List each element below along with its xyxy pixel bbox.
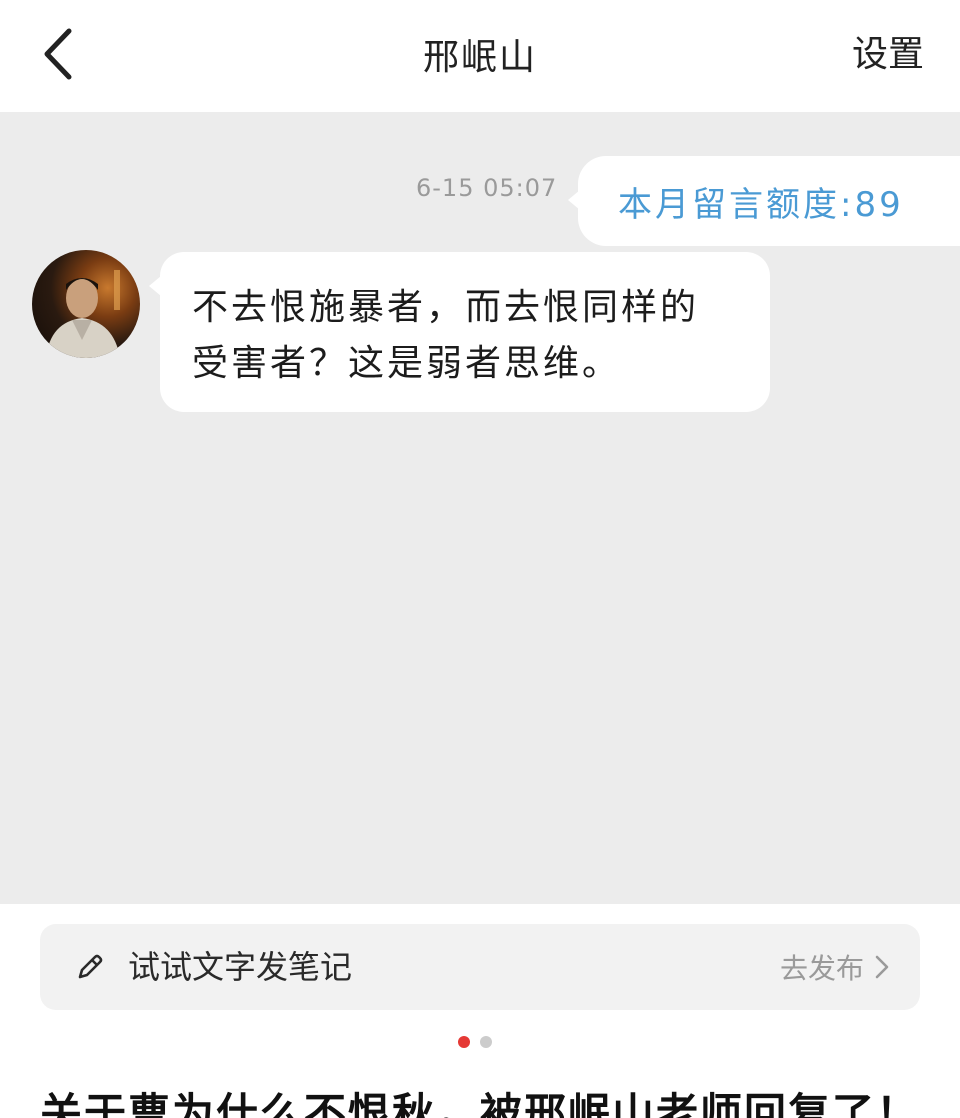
pagination-dot[interactable] (480, 1036, 492, 1048)
compose-note-bar[interactable]: 试试文字发笔记 去发布 (40, 924, 920, 1010)
contact-name-title: 邢岷山 (422, 37, 537, 78)
publish-button[interactable]: 去发布 (780, 924, 890, 1010)
message-quota-text: 本月留言额度:89 (618, 184, 904, 225)
top-bar: 邢岷山 设置 (0, 0, 960, 112)
pencil-icon (78, 954, 103, 979)
avatar[interactable] (32, 250, 140, 358)
publish-label: 去发布 (779, 952, 864, 985)
chevron-right-icon (875, 955, 889, 979)
carousel-pagination (458, 1036, 492, 1048)
pagination-dot-active[interactable] (458, 1036, 470, 1048)
page: 邢岷山 设置 6-15 05:07 本月留言额度:89 不去恨施暴者，而去恨同样… (0, 0, 960, 1118)
message-timestamp: 6-15 05:07 (416, 174, 558, 202)
chat-area[interactable]: 6-15 05:07 本月留言额度:89 不去恨施暴者，而去恨同样的 受害者？这… (0, 112, 960, 904)
post-title: 关于曹为什么不恨秋，被邢岷山老师回复了！ (40, 1089, 921, 1118)
compose-label: 试试文字发笔记 (128, 948, 353, 986)
message-line-2: 受害者？这是弱者思维。 (192, 343, 622, 384)
avatar-portrait-icon (46, 270, 120, 358)
sent-message-bubble[interactable]: 本月留言额度:89 (568, 156, 960, 246)
received-message-bubble[interactable]: 不去恨施暴者，而去恨同样的 受害者？这是弱者思维。 (149, 252, 770, 412)
message-line-1: 不去恨施暴者，而去恨同样的 (192, 287, 700, 328)
settings-button[interactable]: 设置 (852, 30, 924, 80)
